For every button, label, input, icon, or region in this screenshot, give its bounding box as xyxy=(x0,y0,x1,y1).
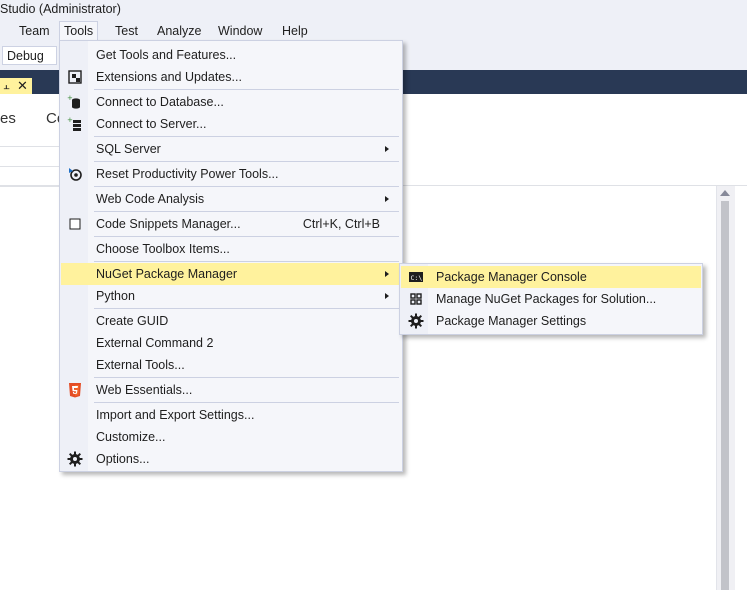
menu-item-connect-to-server[interactable]: + Connect to Server... xyxy=(61,113,401,135)
menu-separator xyxy=(94,186,399,187)
menu-item-nuget-package-manager[interactable]: NuGet Package Manager xyxy=(61,263,401,285)
menu-window[interactable]: Window xyxy=(214,23,266,40)
menu-help[interactable]: Help xyxy=(278,23,312,40)
menu-team[interactable]: Team xyxy=(15,23,54,40)
svg-text:C:\: C:\ xyxy=(411,274,423,282)
menu-item-choose-toolbox-items[interactable]: Choose Toolbox Items... xyxy=(61,238,401,260)
shortcut-text: Ctrl+K, Ctrl+B xyxy=(302,217,380,231)
menu-separator xyxy=(94,236,399,237)
menu-item-web-code-analysis[interactable]: Web Code Analysis xyxy=(61,188,401,210)
submenu-arrow-icon xyxy=(385,293,389,299)
scroll-up-arrow-icon[interactable] xyxy=(720,190,730,196)
menu-separator xyxy=(94,161,399,162)
solution-configuration-combo[interactable]: Debug xyxy=(2,46,57,65)
menu-item-reset-productivity-power-tools[interactable]: Reset Productivity Power Tools... xyxy=(61,163,401,185)
menu-item-external-tools[interactable]: External Tools... xyxy=(61,354,401,376)
menu-item-package-manager-console[interactable]: C:\ Package Manager Console xyxy=(401,266,701,288)
menu-separator xyxy=(94,211,399,212)
checkbox-icon xyxy=(69,218,81,230)
menu-item-sql-server[interactable]: SQL Server xyxy=(61,138,401,160)
submenu-arrow-icon xyxy=(385,146,389,152)
menu-item-python[interactable]: Python xyxy=(61,285,401,307)
menu-item-code-snippets-manager[interactable]: Code Snippets Manager... Ctrl+K, Ctrl+B xyxy=(61,213,401,235)
reset-icon xyxy=(69,168,82,181)
menu-separator xyxy=(94,89,399,90)
menu-separator xyxy=(94,261,399,262)
right-edge xyxy=(735,186,747,590)
menu-item-import-and-export-settings[interactable]: Import and Export Settings... xyxy=(61,404,401,426)
menu-separator xyxy=(94,377,399,378)
menu-separator xyxy=(94,402,399,403)
menu-separator xyxy=(94,136,399,137)
menu-item-extensions-and-updates[interactable]: Extensions and Updates... xyxy=(61,66,401,88)
pin-icon[interactable]: ⫠ xyxy=(3,79,13,93)
nuget-submenu: C:\ Package Manager Console Manage NuGet… xyxy=(399,263,703,335)
close-icon[interactable]: ✕ xyxy=(17,78,29,93)
menu-item-web-essentials[interactable]: Web Essentials... xyxy=(61,379,401,401)
server-icon: + xyxy=(67,116,81,131)
gear-icon xyxy=(67,451,83,467)
console-icon: C:\ xyxy=(409,272,423,282)
scrollbar-thumb[interactable] xyxy=(721,201,729,590)
menu-item-customize[interactable]: Customize... xyxy=(61,426,401,448)
submenu-arrow-icon xyxy=(385,196,389,202)
menu-item-options[interactable]: Options... xyxy=(61,448,401,470)
menu-analyze[interactable]: Analyze xyxy=(153,23,205,40)
extensions-icon xyxy=(68,70,82,84)
web-essentials-icon xyxy=(69,383,81,398)
svg-text:+: + xyxy=(67,116,73,124)
panel-tab-left[interactable]: es xyxy=(0,110,16,127)
submenu-arrow-icon xyxy=(385,271,389,277)
tools-menu: Get Tools and Features... Extensions and… xyxy=(59,40,403,472)
menu-item-get-tools-and-features[interactable]: Get Tools and Features... xyxy=(61,44,401,66)
menu-tools[interactable]: Tools xyxy=(59,21,99,41)
menu-bar: Team Tools Test Analyze Window Help xyxy=(0,20,747,42)
gear-icon xyxy=(408,313,424,329)
menu-item-external-command-2[interactable]: External Command 2 xyxy=(61,332,401,354)
menu-item-manage-nuget-packages[interactable]: Manage NuGet Packages for Solution... xyxy=(401,288,701,310)
menu-separator xyxy=(94,308,399,309)
menu-item-package-manager-settings[interactable]: Package Manager Settings xyxy=(401,310,701,332)
menu-test[interactable]: Test xyxy=(111,23,142,40)
packages-icon xyxy=(410,293,422,305)
window-title: Studio (Administrator) xyxy=(0,2,121,16)
database-icon: + xyxy=(67,94,80,109)
menu-item-connect-to-database[interactable]: + Connect to Database... xyxy=(61,91,401,113)
menu-item-create-guid[interactable]: Create GUID xyxy=(61,310,401,332)
